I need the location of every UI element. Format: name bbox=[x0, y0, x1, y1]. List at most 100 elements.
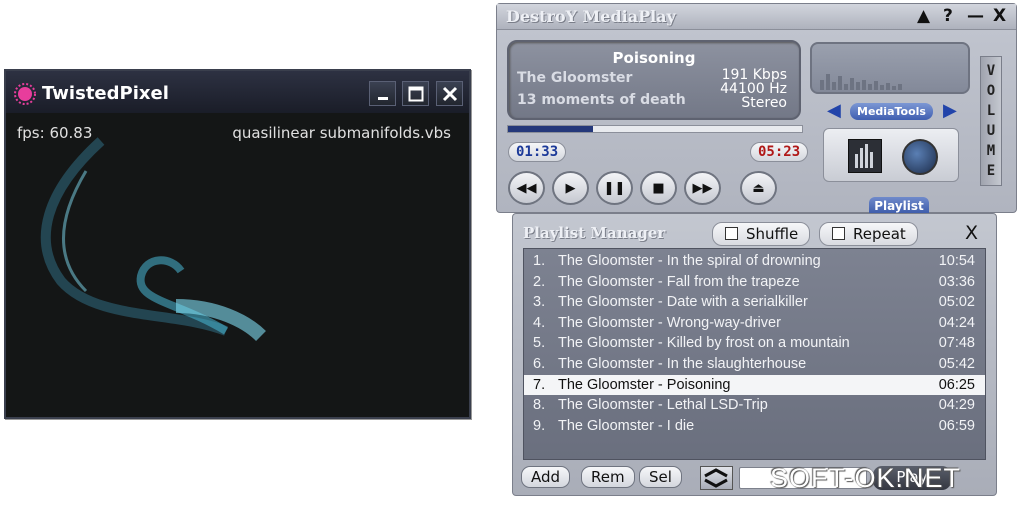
volume-label-text: VOLUME bbox=[986, 63, 996, 179]
minimize-icon bbox=[377, 96, 388, 100]
next-tool-button[interactable]: ▶ bbox=[943, 100, 957, 121]
track-duration: 05:02 bbox=[938, 294, 975, 311]
twistedpixel-window: TwistedPixel fps: 60.83 quasilinear subm… bbox=[4, 69, 471, 419]
track-name: The Gloomster - Fall from the trapeze bbox=[558, 273, 800, 290]
track-number: 4. bbox=[533, 314, 546, 331]
volume-label: VOLUME bbox=[981, 61, 1001, 181]
maximize-icon bbox=[408, 86, 423, 101]
track-duration: 05:42 bbox=[938, 355, 975, 372]
equalizer-icon bbox=[855, 144, 873, 168]
track-number: 6. bbox=[533, 355, 546, 372]
remove-button[interactable]: Rem bbox=[581, 466, 635, 488]
playlist-row[interactable]: 3. The Gloomster - Date with a serialkill… bbox=[524, 292, 985, 313]
shade-button[interactable]: ▲ bbox=[917, 6, 930, 26]
mediaplayer-window: DestroY MediaPlay ▲ ? — X Poisoning The … bbox=[496, 3, 1017, 215]
stop-button[interactable]: ■ bbox=[640, 171, 677, 205]
help-button[interactable]: ? bbox=[943, 6, 953, 26]
seek-bar[interactable] bbox=[507, 125, 803, 133]
window-title: TwistedPixel bbox=[42, 83, 169, 104]
track-number: 8. bbox=[533, 397, 546, 414]
twistedpixel-titlebar[interactable]: TwistedPixel bbox=[6, 71, 469, 113]
track-number: 1. bbox=[533, 253, 546, 269]
spectrum-visualizer[interactable] bbox=[810, 42, 970, 94]
track-name: The Gloomster - Date with a serialkiller bbox=[558, 294, 808, 311]
close-button[interactable] bbox=[436, 81, 463, 106]
track-name: The Gloomster - Lethal LSD-Trip bbox=[558, 397, 768, 414]
track-duration: 07:48 bbox=[938, 335, 975, 352]
now-playing-display: Poisoning The Gloomster 13 moments of de… bbox=[507, 40, 801, 120]
minimize-button[interactable] bbox=[369, 81, 396, 106]
eject-button[interactable]: ⏏ bbox=[740, 171, 777, 205]
window-title: DestroY MediaPlay bbox=[506, 7, 676, 26]
repeat-checkbox[interactable] bbox=[832, 227, 845, 240]
track-number: 7. bbox=[533, 376, 546, 393]
playlist-manager-title: Playlist Manager bbox=[523, 224, 666, 242]
track-name: The Gloomster - Poisoning bbox=[558, 376, 731, 393]
add-button[interactable]: Add bbox=[521, 466, 571, 488]
playlist-row[interactable]: 9. The Gloomster - I die 06:59 bbox=[524, 416, 985, 437]
mediaplayer-titlebar[interactable]: DestroY MediaPlay ▲ ? — X bbox=[497, 4, 1016, 30]
knob-icon[interactable] bbox=[902, 139, 938, 175]
track-duration: 04:29 bbox=[938, 397, 975, 414]
playlist-row[interactable]: 7. The Gloomster - Poisoning 06:25 bbox=[524, 374, 985, 396]
song-title: Poisoning bbox=[612, 49, 696, 67]
volume-slider[interactable]: VOLUME bbox=[980, 56, 1002, 186]
shuffle-checkbox[interactable] bbox=[725, 227, 738, 240]
close-button[interactable]: X bbox=[993, 6, 1006, 26]
repeat-label: Repeat bbox=[853, 225, 906, 243]
playlist-row[interactable]: 8. The Gloomster - Lethal LSD-Trip 04:29 bbox=[524, 395, 985, 416]
track-duration: 10:54 bbox=[938, 253, 975, 269]
channel-mode: Stereo bbox=[741, 95, 787, 111]
repeat-toggle[interactable]: Repeat bbox=[819, 222, 918, 246]
playlist-list[interactable]: 1. The Gloomster - In the spiral of drown… bbox=[523, 248, 986, 460]
playlist-close-button[interactable]: X bbox=[965, 222, 978, 244]
track-number: 3. bbox=[533, 294, 546, 311]
playlist-row[interactable]: 1. The Gloomster - In the spiral of drown… bbox=[524, 251, 985, 272]
artist-name: The Gloomster bbox=[517, 70, 633, 86]
total-time: 05:23 bbox=[750, 142, 809, 162]
stop-icon: ■ bbox=[652, 180, 665, 196]
track-name: The Gloomster - Wrong-way-driver bbox=[558, 314, 781, 331]
playlist-row[interactable]: 5. The Gloomster - Killed by frost on a m… bbox=[524, 333, 985, 354]
rewind-icon: ◀◀ bbox=[516, 180, 537, 196]
watermark: SOFT-OK.NET bbox=[770, 463, 962, 493]
play-button[interactable]: ▶ bbox=[552, 171, 589, 205]
select-button[interactable]: Sel bbox=[639, 466, 682, 488]
media-tools-panel bbox=[823, 128, 959, 182]
track-number: 9. bbox=[533, 417, 546, 434]
rewind-button[interactable]: ◀◀ bbox=[508, 171, 545, 205]
fast-forward-button[interactable]: ▶▶ bbox=[684, 171, 721, 205]
track-duration: 04:24 bbox=[938, 314, 975, 331]
pause-icon: ❚❚ bbox=[603, 180, 626, 196]
logo-icon bbox=[14, 83, 36, 105]
prev-tool-button[interactable]: ◀ bbox=[827, 100, 841, 121]
track-name: The Gloomster - In the slaughterhouse bbox=[558, 355, 807, 372]
equalizer-button[interactable] bbox=[848, 139, 882, 173]
track-name: The Gloomster - In the spiral of drownin… bbox=[558, 253, 821, 269]
close-icon bbox=[442, 86, 457, 101]
play-icon: ▶ bbox=[565, 180, 576, 196]
shuffle-label: Shuffle bbox=[746, 225, 799, 243]
elapsed-time: 01:33 bbox=[508, 142, 567, 162]
track-duration: 06:25 bbox=[938, 376, 975, 393]
spectrum-bars bbox=[820, 74, 902, 90]
track-duration: 06:59 bbox=[938, 417, 975, 434]
fast-forward-icon: ▶▶ bbox=[692, 180, 713, 196]
maximize-button[interactable] bbox=[402, 81, 429, 106]
track-name: The Gloomster - Killed by frost on a mou… bbox=[558, 335, 850, 352]
playlist-row[interactable]: 2. The Gloomster - Fall from the trapeze 0… bbox=[524, 272, 985, 293]
playlist-row[interactable]: 4. The Gloomster - Wrong-way-driver 04:24 bbox=[524, 313, 985, 334]
track-number: 5. bbox=[533, 335, 546, 352]
album-name: 13 moments of death bbox=[517, 92, 686, 108]
seek-bar-fill bbox=[508, 126, 594, 132]
mediatools-button[interactable]: MediaTools bbox=[850, 103, 933, 120]
eject-icon: ⏏ bbox=[752, 180, 765, 196]
playlist-row[interactable]: 6. The Gloomster - In the slaughterhouse 0… bbox=[524, 354, 985, 375]
swirl-visualization bbox=[40, 137, 266, 342]
sort-icon bbox=[704, 468, 728, 488]
minimize-button[interactable]: — bbox=[967, 6, 984, 26]
pause-button[interactable]: ❚❚ bbox=[596, 171, 633, 205]
sort-button[interactable] bbox=[700, 466, 733, 490]
shuffle-toggle[interactable]: Shuffle bbox=[712, 222, 810, 246]
track-duration: 03:36 bbox=[938, 273, 975, 290]
